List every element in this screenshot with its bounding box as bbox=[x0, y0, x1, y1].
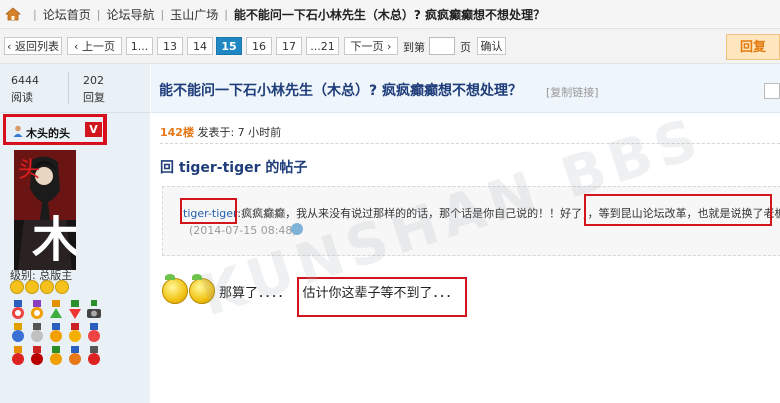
page-last-button[interactable]: ...21 bbox=[306, 37, 339, 55]
medal-icon[interactable] bbox=[86, 323, 102, 343]
breadcrumb-current-thread: 能不能问一下石小林先生（木总）? 疯疯癫癫想不想处理？ bbox=[233, 7, 546, 22]
medal-icon[interactable] bbox=[10, 323, 26, 343]
page-16-button[interactable]: 16 bbox=[246, 37, 272, 55]
thread-title-bar: 能不能问一下石小林先生（木总）? 疯疯癫癫想不想处理？ [复制链接] bbox=[151, 64, 780, 113]
medal-icon[interactable] bbox=[29, 300, 45, 320]
medal-row bbox=[10, 323, 120, 343]
page-14-button[interactable]: 14 bbox=[187, 37, 213, 55]
smiley-icon bbox=[40, 280, 54, 294]
prev-page-button[interactable]: ‹ 上一页 bbox=[67, 37, 122, 55]
thread-title: 能不能问一下石小林先生（木总）? 疯疯癫癫想不想处理？ bbox=[159, 83, 522, 99]
avatar-char-bottom: 木 bbox=[32, 212, 76, 268]
page-15-button-current[interactable]: 15 bbox=[216, 37, 242, 55]
medal-icon[interactable] bbox=[10, 300, 26, 320]
goto-confirm-button[interactable]: 确认 bbox=[477, 37, 506, 55]
smiley-icon bbox=[10, 280, 24, 294]
post-time: 发表于: 7 小时前 bbox=[197, 126, 282, 139]
breadcrumb: | 论坛首页 | 论坛导航 | 玉山广场 | 能不能问一下石小林先生（木总）? … bbox=[0, 0, 780, 29]
copy-link-button[interactable]: [复制链接] bbox=[546, 84, 599, 100]
smiley-row bbox=[10, 280, 120, 297]
back-to-list-button[interactable]: ‹ 返回列表 bbox=[4, 37, 62, 55]
annotation-box bbox=[3, 114, 107, 145]
medal-icon[interactable] bbox=[48, 323, 64, 343]
breadcrumb-forum-nav[interactable]: 论坛导航 bbox=[106, 6, 154, 23]
breadcrumb-forum-home[interactable]: 论坛首页 bbox=[43, 6, 91, 23]
medal-row bbox=[10, 346, 120, 366]
avatar-char-top: 头 bbox=[18, 158, 41, 183]
floor-number[interactable]: 142楼 bbox=[160, 126, 194, 139]
thread-stats: 6444 阅读 202 回复 bbox=[0, 64, 150, 113]
goto-suffix-label: 页 bbox=[460, 41, 471, 54]
breadcrumb-yushan-plaza[interactable]: 玉山广场 bbox=[170, 6, 218, 23]
smiley-icon bbox=[55, 280, 69, 294]
page-first-button[interactable]: 1... bbox=[126, 37, 153, 55]
medal-icon[interactable] bbox=[67, 346, 83, 366]
smiley-emoji-icon bbox=[162, 274, 188, 304]
avatar[interactable]: 头 木 bbox=[14, 150, 76, 270]
reply-button[interactable]: 回复 bbox=[726, 34, 780, 60]
medal-icon[interactable] bbox=[48, 346, 64, 366]
page-17-button[interactable]: 17 bbox=[276, 37, 302, 55]
reply-title: 回 tiger-tiger 的帖子 bbox=[160, 160, 308, 176]
replies-label: 回复 bbox=[83, 91, 105, 104]
medal-icon[interactable] bbox=[10, 346, 26, 366]
title-checkbox[interactable] bbox=[764, 83, 780, 99]
breadcrumb-separator: | bbox=[160, 7, 165, 21]
breadcrumb-separator: | bbox=[96, 7, 101, 21]
home-icon[interactable] bbox=[5, 7, 21, 21]
annotation-box bbox=[180, 198, 237, 224]
medal-row bbox=[10, 300, 120, 320]
breadcrumb-separator: | bbox=[224, 7, 228, 21]
next-page-button[interactable]: 下一页 › bbox=[344, 37, 398, 55]
goto-prefix-label: 到第 bbox=[403, 41, 425, 54]
replies-count: 202 bbox=[83, 74, 104, 87]
medal-icon[interactable] bbox=[67, 300, 83, 320]
stats-divider bbox=[68, 72, 69, 104]
views-stat: 6444 阅读 bbox=[11, 74, 39, 105]
medal-icon[interactable] bbox=[48, 300, 64, 320]
page-13-button[interactable]: 13 bbox=[157, 37, 183, 55]
camera-icon[interactable] bbox=[86, 300, 102, 320]
pagination-bar: ‹ 返回列表 ‹ 上一页 1... 13 14 15 16 17 ...21 下… bbox=[0, 29, 780, 64]
medal-icon[interactable] bbox=[29, 323, 45, 343]
medal-grid bbox=[10, 278, 120, 366]
medal-icon[interactable] bbox=[29, 346, 45, 366]
breadcrumb-separator: | bbox=[33, 7, 37, 21]
views-count: 6444 bbox=[11, 74, 39, 87]
smiley-icon bbox=[25, 280, 39, 294]
replies-stat: 202 回复 bbox=[83, 74, 105, 105]
goto-page-input[interactable] bbox=[429, 37, 455, 55]
views-label: 阅读 bbox=[11, 91, 33, 104]
quote-time: (2014-07-15 08:48) bbox=[189, 224, 297, 237]
medal-icon[interactable] bbox=[67, 323, 83, 343]
post-meta: 142楼 发表于: 7 小时前 bbox=[160, 124, 281, 140]
medal-icon[interactable] bbox=[86, 346, 102, 366]
